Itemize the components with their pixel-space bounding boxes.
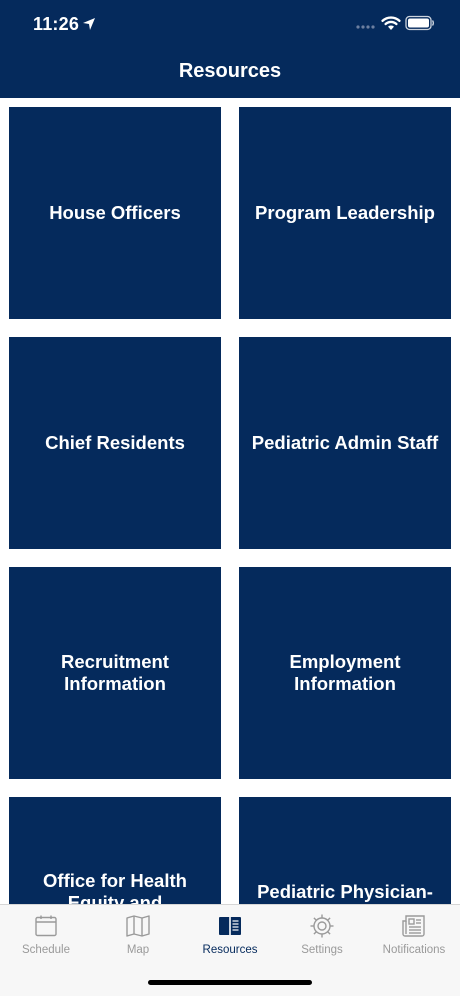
app-header: 11:26 Resources xyxy=(0,0,460,98)
cellular-signal-icon xyxy=(356,25,375,29)
tile-physician-scientist-training[interactable]: Pediatric Physician-Scientist Training xyxy=(239,797,451,904)
tab-map[interactable]: Map xyxy=(92,905,184,967)
tile-recruitment-information[interactable]: Recruitment Information xyxy=(9,567,221,779)
tile-pediatric-admin-staff[interactable]: Pediatric Admin Staff xyxy=(239,337,451,549)
newspaper-icon xyxy=(402,915,425,937)
status-time: 11:26 xyxy=(33,14,80,34)
tile-label: Chief Residents xyxy=(45,432,185,453)
tile-label: Pediatric Admin Staff xyxy=(251,432,439,453)
battery-icon xyxy=(405,15,435,31)
tab-label: Resources xyxy=(202,944,258,956)
page-title: Resources xyxy=(178,60,282,82)
tab-label: Map xyxy=(126,944,150,956)
tile-office-health-equity[interactable]: Office for Health Equity and Inclusion xyxy=(9,797,221,904)
wifi-icon xyxy=(381,16,401,30)
tile-house-officers[interactable]: House Officers xyxy=(9,107,221,319)
gear-icon xyxy=(310,914,334,938)
tile-label: House Officers xyxy=(49,202,181,223)
tab-resources[interactable]: Resources xyxy=(184,905,276,967)
tab-label: Notifications xyxy=(382,944,446,956)
tab-schedule[interactable]: Schedule xyxy=(0,905,92,967)
tile-chief-residents[interactable]: Chief Residents xyxy=(9,337,221,549)
tile-label: Office for Health Equity and Inclusion xyxy=(43,870,187,904)
location-arrow-icon xyxy=(83,18,95,30)
map-icon xyxy=(126,915,150,937)
tile-label: Employment Information xyxy=(289,651,401,694)
book-icon xyxy=(219,917,241,935)
tab-notifications[interactable]: Notifications xyxy=(368,905,460,967)
tab-settings[interactable]: Settings xyxy=(276,905,368,967)
tab-label: Schedule xyxy=(22,944,70,956)
tile-program-leadership[interactable]: Program Leadership xyxy=(239,107,451,319)
tile-employment-information[interactable]: Employment Information xyxy=(239,567,451,779)
home-indicator[interactable] xyxy=(148,980,312,985)
calendar-icon xyxy=(35,915,57,937)
tile-label: Pediatric Physician-Scientist Training xyxy=(257,881,433,904)
tab-label: Settings xyxy=(301,944,343,956)
resources-grid: House Officers Program Leadership Chief … xyxy=(0,98,460,904)
tile-label: Program Leadership xyxy=(255,202,435,223)
tile-label: Recruitment Information xyxy=(61,651,169,694)
status-bar: 11:26 xyxy=(0,0,460,50)
